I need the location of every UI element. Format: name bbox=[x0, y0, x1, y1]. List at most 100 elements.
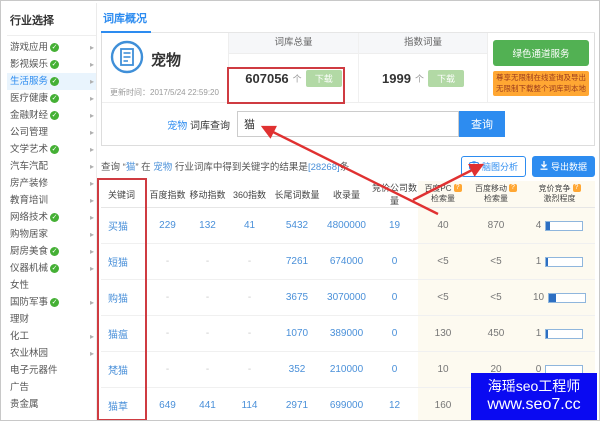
result-count: [28268] bbox=[307, 162, 340, 173]
table-cell: 132 bbox=[188, 207, 227, 244]
help-icon[interactable]: ? bbox=[509, 184, 517, 192]
sidebar-item-文学艺术[interactable]: 文学艺术 ✓ ▸ bbox=[7, 141, 96, 158]
help-icon[interactable]: ? bbox=[453, 184, 462, 192]
competition-value: 1 bbox=[535, 328, 542, 339]
sidebar-item-label: 贵金属 bbox=[10, 399, 39, 410]
sidebar-item-label: 医疗健康 bbox=[10, 93, 49, 104]
tab-wordlib-overview[interactable]: 词库概况 bbox=[101, 5, 151, 33]
watermark: 海瑶seo工程师 www.seo7.cc bbox=[471, 373, 597, 420]
overview-stats: 词库总量 607056 个 下载 指数词量 1999 个 下载 bbox=[229, 33, 487, 102]
sidebar-item-汽车汽配[interactable]: 汽车汽配 ▸ bbox=[7, 158, 96, 175]
sidebar-item-购物居家[interactable]: 购物居家 ▸ bbox=[7, 226, 96, 243]
sidebar-item-厨房美食[interactable]: 厨房美食 ✓ ▸ bbox=[7, 243, 96, 260]
table-cell: 3675 bbox=[272, 279, 322, 316]
chevron-right-icon: ▸ bbox=[89, 128, 94, 137]
table-cell: 3070000 bbox=[322, 279, 371, 316]
keyword-link[interactable]: 猫瘟 bbox=[101, 315, 147, 352]
sidebar-item-电子元器件[interactable]: 电子元器件 bbox=[7, 362, 96, 379]
sidebar-item-贵金属[interactable]: 贵金属 bbox=[7, 396, 96, 413]
search-input[interactable] bbox=[237, 111, 459, 137]
sidebar-item-金融财经[interactable]: 金融财经 ✓ ▸ bbox=[7, 107, 96, 124]
table-cell: 19 bbox=[371, 207, 418, 244]
keyword-link[interactable]: 短猫 bbox=[101, 243, 147, 280]
competition-cell: 1 bbox=[524, 243, 595, 280]
overview-card: 宠物 更新时间：2017/5/24 22:59:20 词库总量 607056 个… bbox=[101, 33, 595, 146]
sidebar-item-教育培训[interactable]: 教育培训 ▸ bbox=[7, 192, 96, 209]
export-data-button[interactable]: 导出数据 bbox=[531, 155, 595, 177]
table-cell: - bbox=[147, 315, 188, 352]
sidebar-item-房产装修[interactable]: 房产装修 ▸ bbox=[7, 175, 96, 192]
chevron-right-icon: ▸ bbox=[89, 247, 94, 256]
download-total-button[interactable]: 下载 bbox=[305, 69, 342, 87]
keyword-link[interactable]: 买猫 bbox=[101, 207, 147, 244]
mindmap-analysis-button[interactable]: 脑图分析 bbox=[460, 155, 526, 177]
wordlib-icon bbox=[110, 40, 144, 79]
keyword-link[interactable]: 猫草 bbox=[101, 387, 147, 420]
table-cell: 0 bbox=[371, 351, 418, 388]
column-header: 竞价竞争? 激烈程度 bbox=[524, 181, 595, 208]
table-row: 买猫 229 132 41 5432 4800000 19 40 870 4 bbox=[101, 207, 595, 244]
help-icon[interactable]: ? bbox=[572, 184, 581, 192]
green-channel-button[interactable]: 绿色通道服务 bbox=[493, 40, 589, 66]
chevron-right-icon: ▸ bbox=[89, 264, 94, 273]
keyword-link[interactable]: 购猫 bbox=[101, 279, 147, 316]
competition-bar bbox=[545, 220, 584, 231]
sidebar-item-化工[interactable]: 化工 ▸ bbox=[7, 328, 96, 345]
sidebar-item-生活服务[interactable]: 生活服务 ✓ ▸ bbox=[7, 73, 96, 90]
sidebar-title: 行业选择 bbox=[7, 3, 96, 36]
result-industry: 宠物 bbox=[153, 162, 173, 173]
table-cell: 12 bbox=[371, 387, 418, 420]
search-row: 宠物 词库查询 查询 bbox=[102, 102, 594, 145]
table-cell: 114 bbox=[227, 387, 272, 420]
check-icon: ✓ bbox=[50, 111, 60, 120]
sidebar-item-网络技术[interactable]: 网络技术 ✓ ▸ bbox=[7, 209, 96, 226]
sidebar-item-国防军事[interactable]: 国防军事 ✓ ▸ bbox=[7, 294, 96, 311]
chevron-right-icon: ▸ bbox=[89, 111, 94, 120]
sidebar-item-农业林园[interactable]: 农业林园 ▸ bbox=[7, 345, 96, 362]
chevron-right-icon: ▸ bbox=[89, 60, 94, 69]
sidebar-item-label: 公司管理 bbox=[10, 127, 49, 138]
chevron-right-icon: ▸ bbox=[89, 349, 94, 358]
sidebar-item-理财[interactable]: 理财 bbox=[7, 311, 96, 328]
check-icon: ✓ bbox=[50, 247, 60, 256]
sidebar-item-label: 影视娱乐 bbox=[10, 59, 49, 70]
table-row: 购猫 - - -3675 3070000 0 <5 <5 10 bbox=[101, 279, 595, 316]
search-button[interactable]: 查询 bbox=[459, 111, 505, 137]
column-header: 关键词 bbox=[101, 181, 147, 208]
table-row: 短猫 - - -7261 674000 0 <5 <5 1 bbox=[101, 243, 595, 280]
sidebar-item-游戏应用[interactable]: 游戏应用 ✓ ▸ bbox=[7, 39, 96, 56]
promo-panel: 绿色通道服务 尊享无限制在线查询及导出 无限制下载整个词库到本地 bbox=[487, 33, 594, 102]
table-header-row: 关键词 百度指数 移动指数 360指数 长尾词数量 收录量 竞价公司数量 百度PC? 检索量 百度… bbox=[101, 181, 595, 208]
sidebar-item-广告[interactable]: 广告 bbox=[7, 379, 96, 396]
keyword-link[interactable]: 梵猫 bbox=[101, 351, 147, 388]
keyword-tool-screen: 行业选择 游戏应用 ✓ ▸ 影视娱乐 ✓ ▸ 生活服务 ✓ ▸ 医疗健康 ✓ ▸ 金融财经 ✓ ▸ 公司管理 ▸… bbox=[0, 0, 600, 421]
watermark-line2: www.seo7.cc bbox=[487, 396, 581, 414]
column-header: 竞价公司数量 bbox=[371, 181, 418, 208]
sidebar-item-女性[interactable]: 女性 bbox=[7, 277, 96, 294]
updated-time: 更新时间：2017/5/24 22:59:20 bbox=[110, 88, 219, 97]
sidebar-item-影视娱乐[interactable]: 影视娱乐 ✓ ▸ bbox=[7, 56, 96, 73]
sidebar-item-公司管理[interactable]: 公司管理 ▸ bbox=[7, 124, 96, 141]
table-cell: 0 bbox=[371, 279, 418, 316]
sidebar-item-label: 化工 bbox=[10, 331, 30, 342]
check-icon: ✓ bbox=[50, 43, 60, 52]
stat-label-index: 指数词量 bbox=[359, 33, 487, 54]
table-cell: - bbox=[227, 279, 272, 316]
column-header: 百度指数 bbox=[147, 181, 188, 208]
sidebar-item-label: 房产装修 bbox=[10, 178, 49, 189]
sidebar-item-医疗健康[interactable]: 医疗健康 ✓ ▸ bbox=[7, 90, 96, 107]
table-cell: 0 bbox=[371, 315, 418, 352]
download-index-button[interactable]: 下载 bbox=[427, 69, 464, 87]
result-text: 查询 “猫” 在 宠物 行业词库中得到关键字的结果是[28268]条 bbox=[101, 162, 350, 173]
table-cell: 699000 bbox=[322, 387, 371, 420]
chevron-right-icon: ▸ bbox=[89, 94, 94, 103]
sidebar-item-仪器机械[interactable]: 仪器机械 ✓ ▸ bbox=[7, 260, 96, 277]
sidebar-item-label: 文学艺术 bbox=[10, 144, 49, 155]
table-cell: 10 bbox=[418, 351, 468, 388]
check-icon: ✓ bbox=[50, 264, 60, 273]
chevron-right-icon: ▸ bbox=[89, 230, 94, 239]
stat-unit: 个 bbox=[292, 73, 302, 84]
chevron-right-icon: ▸ bbox=[89, 43, 94, 52]
table-cell: <5 bbox=[418, 243, 468, 280]
table-cell: 40 bbox=[418, 207, 468, 244]
